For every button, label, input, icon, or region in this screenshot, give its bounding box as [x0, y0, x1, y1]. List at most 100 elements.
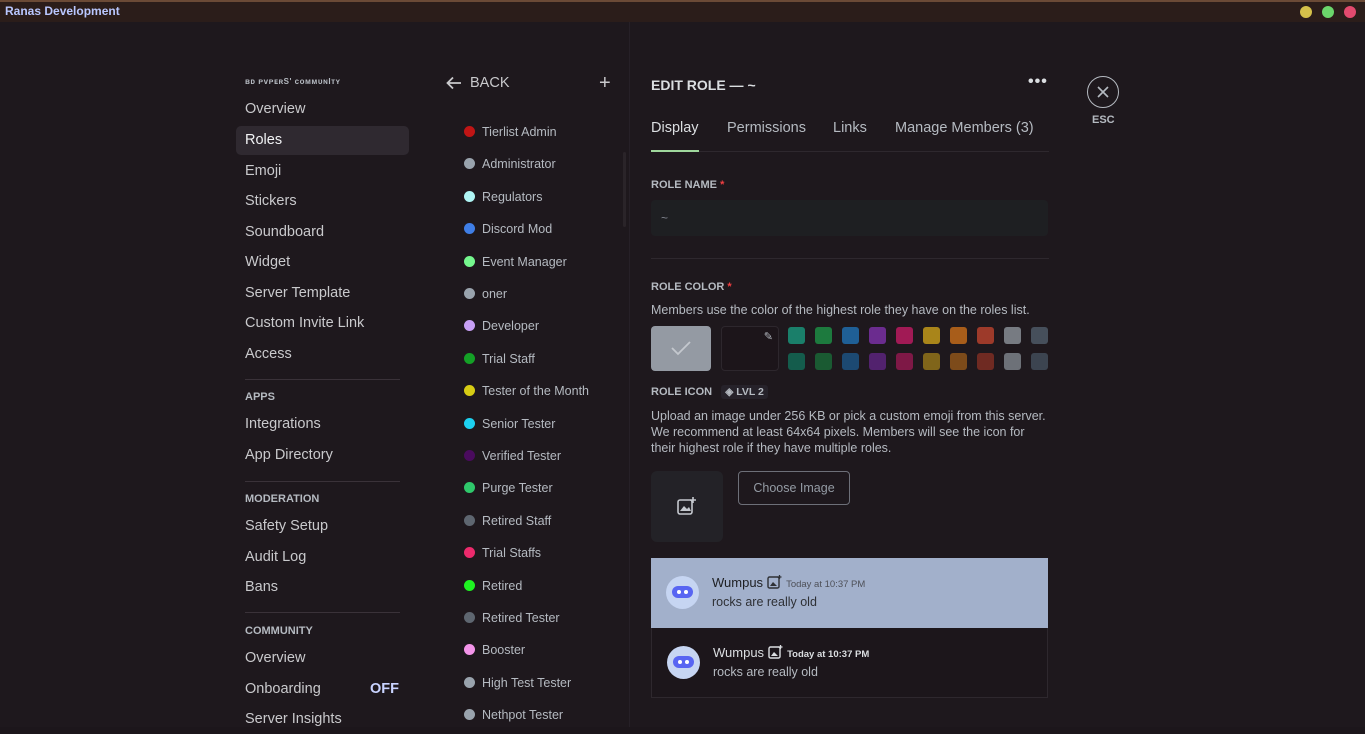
- color-swatch[interactable]: [815, 353, 832, 370]
- nav-soundboard[interactable]: Soundboard: [236, 218, 409, 247]
- role-list-item[interactable]: Retired Staff: [464, 514, 551, 532]
- more-options-icon[interactable]: •••: [1028, 73, 1048, 91]
- color-swatch[interactable]: [815, 327, 832, 344]
- color-swatch[interactable]: [977, 353, 994, 370]
- role-name: Nethpot Tester: [482, 708, 564, 723]
- role-name: oner: [482, 287, 508, 301]
- nav-access[interactable]: Access: [236, 340, 409, 369]
- role-list-item[interactable]: Event Manager: [464, 255, 567, 273]
- role-list-item[interactable]: Trial Staffs: [464, 546, 541, 564]
- tab-manage-members[interactable]: Manage Members (3): [895, 120, 1034, 136]
- choose-image-button[interactable]: Choose Image: [738, 471, 850, 505]
- nav-onboarding[interactable]: Onboarding OFF: [236, 675, 409, 704]
- role-list-item[interactable]: Verified Tester: [464, 449, 561, 467]
- role-list-item[interactable]: Discord Mod: [464, 222, 552, 240]
- role-color-dot: [464, 612, 475, 623]
- color-swatch[interactable]: [1004, 327, 1021, 344]
- tab-display[interactable]: Display: [651, 120, 699, 136]
- nav-server-insights[interactable]: Server Insights: [236, 705, 409, 734]
- role-name-label: ROLE NAME *: [651, 179, 724, 191]
- back-button[interactable]: BACK: [446, 75, 510, 91]
- role-list-item[interactable]: Booster: [464, 643, 525, 661]
- role-list-item[interactable]: Developer: [464, 319, 539, 337]
- preview-message: rocks are really old: [712, 595, 817, 609]
- role-name: Purge Tester: [482, 481, 553, 496]
- color-swatch[interactable]: [1031, 353, 1048, 370]
- role-color-dot: [464, 450, 475, 461]
- role-color-dot: [464, 158, 475, 170]
- nav-divider: [245, 379, 400, 380]
- preview-timestamp: Today at 10:37 PM: [786, 579, 866, 590]
- nav-widget[interactable]: Widget: [236, 248, 409, 277]
- color-swatch[interactable]: [977, 327, 994, 344]
- color-swatch[interactable]: [950, 327, 967, 344]
- color-swatch[interactable]: [923, 327, 940, 344]
- role-color-dot: [464, 514, 475, 526]
- nav-roles[interactable]: Roles: [236, 126, 409, 155]
- nav-stickers[interactable]: Stickers: [236, 187, 409, 216]
- esc-label: ESC: [1092, 114, 1115, 126]
- role-list-item[interactable]: Nethpot Tester: [464, 708, 563, 726]
- nav-app-directory[interactable]: App Directory: [236, 441, 409, 470]
- nav-emoji[interactable]: Emoji: [236, 157, 409, 186]
- wumpus-icon: [672, 586, 693, 598]
- role-list-item[interactable]: Retired: [464, 579, 522, 597]
- nav-safety-setup[interactable]: Safety Setup: [236, 512, 409, 541]
- color-swatch[interactable]: [950, 353, 967, 370]
- color-swatch[interactable]: [896, 327, 913, 344]
- preview-username: Wumpus Today at 10:37 PM: [713, 645, 869, 660]
- window-minimize-button[interactable]: [1300, 6, 1312, 18]
- nav-bans[interactable]: Bans: [236, 573, 409, 602]
- tab-links[interactable]: Links: [833, 120, 867, 136]
- color-swatch[interactable]: [842, 327, 859, 344]
- color-swatch[interactable]: [869, 353, 886, 370]
- required-mark: *: [727, 281, 732, 293]
- nav-community-overview[interactable]: Overview: [236, 644, 409, 673]
- nav-server-template[interactable]: Server Template: [236, 279, 409, 308]
- color-swatch[interactable]: [842, 353, 859, 370]
- role-color-dot: [464, 320, 475, 332]
- roles-scrollbar[interactable]: [623, 152, 626, 227]
- arrow-left-icon: [446, 76, 461, 90]
- nav-integrations[interactable]: Integrations: [236, 410, 409, 439]
- role-list-item[interactable]: Tester of the Month: [464, 384, 589, 402]
- edit-role-heading: EDIT ROLE — ~: [651, 77, 756, 93]
- role-list-item[interactable]: Trial Staff: [464, 352, 535, 370]
- role-icon-label-text: ROLE ICON: [651, 386, 713, 398]
- custom-color-picker[interactable]: ✎: [721, 326, 779, 371]
- color-swatch[interactable]: [869, 327, 886, 344]
- role-color-dot: [464, 482, 475, 494]
- role-list-item[interactable]: High Test Tester: [464, 676, 571, 694]
- preview-timestamp: Today at 10:37 PM: [787, 649, 870, 660]
- role-name: Discord Mod: [482, 222, 553, 237]
- nav-onboarding-label: Onboarding: [245, 681, 321, 697]
- nav-overview[interactable]: Overview: [236, 95, 409, 124]
- nav-audit-log[interactable]: Audit Log: [236, 543, 409, 572]
- color-swatch[interactable]: [1031, 327, 1048, 344]
- color-swatch[interactable]: [788, 353, 805, 370]
- role-list-item[interactable]: Retired Tester: [464, 611, 560, 629]
- role-list-item[interactable]: Regulators: [464, 190, 542, 208]
- color-swatch[interactable]: [1004, 353, 1021, 370]
- color-swatch[interactable]: [788, 327, 805, 344]
- close-settings-button[interactable]: [1087, 76, 1119, 108]
- role-list-item[interactable]: Purge Tester: [464, 481, 553, 499]
- role-icon-upload[interactable]: [651, 471, 723, 542]
- color-swatch[interactable]: [896, 353, 913, 370]
- role-icon-label: ROLE ICON ◈ LVL 2: [651, 385, 768, 399]
- role-list-item[interactable]: oner: [464, 287, 507, 305]
- window-close-button[interactable]: [1344, 6, 1356, 18]
- nav-custom-invite-link[interactable]: Custom Invite Link: [236, 309, 409, 338]
- role-list-item[interactable]: Administrator: [464, 157, 556, 175]
- window-maximize-button[interactable]: [1322, 6, 1334, 18]
- role-list-item[interactable]: Tierlist Admin: [464, 125, 557, 143]
- create-role-plus-icon[interactable]: +: [599, 72, 611, 95]
- role-name: Verified Tester: [482, 449, 561, 463]
- default-color-swatch[interactable]: [651, 326, 711, 371]
- role-name-input[interactable]: ~: [651, 200, 1048, 236]
- back-label: BACK: [470, 75, 510, 91]
- color-swatch[interactable]: [923, 353, 940, 370]
- tab-permissions[interactable]: Permissions: [727, 120, 806, 136]
- preview-name: Wumpus: [712, 575, 764, 590]
- role-list-item[interactable]: Senior Tester: [464, 417, 555, 435]
